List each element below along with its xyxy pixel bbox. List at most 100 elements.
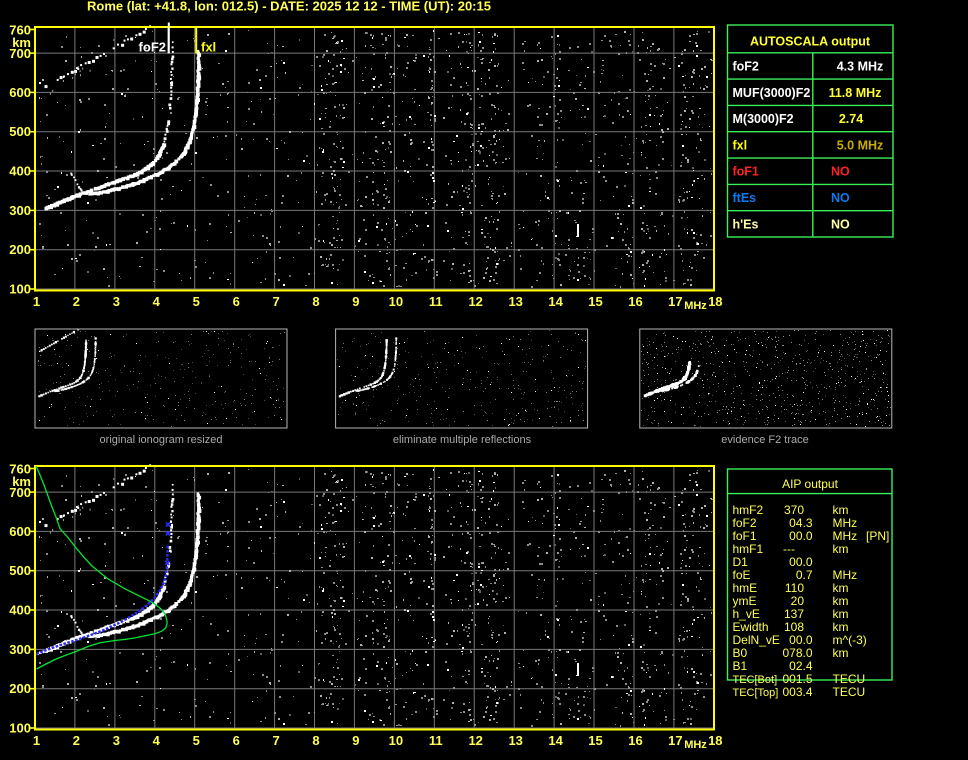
svg-text:D1: D1 xyxy=(733,555,749,569)
svg-text:MHz: MHz xyxy=(684,739,707,751)
svg-text:0.7: 0.7 xyxy=(796,568,813,582)
svg-text:6: 6 xyxy=(233,733,240,748)
svg-text:200: 200 xyxy=(9,242,31,257)
svg-text:078.0: 078.0 xyxy=(782,646,812,660)
svg-text:100: 100 xyxy=(9,282,31,297)
svg-text:hmF2: hmF2 xyxy=(733,503,764,517)
svg-text:12: 12 xyxy=(468,294,482,309)
svg-text:13: 13 xyxy=(508,733,522,748)
svg-text:11: 11 xyxy=(429,294,443,309)
svg-text:4: 4 xyxy=(153,733,161,748)
svg-text:17: 17 xyxy=(668,733,682,748)
svg-text:foF2: foF2 xyxy=(139,40,166,55)
svg-text:001.5: 001.5 xyxy=(782,672,812,686)
svg-text:m^(-3): m^(-3) xyxy=(833,633,867,647)
svg-text:11: 11 xyxy=(429,733,443,748)
svg-text:700: 700 xyxy=(9,485,31,500)
svg-text:hmF1: hmF1 xyxy=(733,542,764,556)
svg-text:7: 7 xyxy=(272,733,279,748)
svg-text:400: 400 xyxy=(9,603,31,618)
svg-text:Rome (lat: +41.8, lon: 012.5): Rome (lat: +41.8, lon: 012.5) - DATE: 20… xyxy=(87,0,491,14)
svg-text:15: 15 xyxy=(588,294,602,309)
svg-text:600: 600 xyxy=(9,85,31,100)
svg-text:NO: NO xyxy=(831,191,850,205)
svg-text:108: 108 xyxy=(784,620,804,634)
svg-text:km: km xyxy=(833,503,849,517)
svg-text:12: 12 xyxy=(468,733,482,748)
svg-text:ftEs: ftEs xyxy=(733,191,757,205)
svg-text:foF2: foF2 xyxy=(733,516,757,530)
svg-text:MHz: MHz xyxy=(833,529,858,543)
svg-text:foF1: foF1 xyxy=(733,165,759,179)
svg-text:TEC[Bot]: TEC[Bot] xyxy=(733,674,778,686)
svg-text:8: 8 xyxy=(312,294,319,309)
svg-text:km: km xyxy=(833,607,849,621)
svg-text:4.3 MHz: 4.3 MHz xyxy=(837,60,884,74)
svg-text:300: 300 xyxy=(9,203,31,218)
svg-text:100: 100 xyxy=(9,721,31,736)
svg-text:MUF(3000)F2: MUF(3000)F2 xyxy=(733,86,811,100)
svg-text:foF2: foF2 xyxy=(733,60,759,74)
svg-text:04.3: 04.3 xyxy=(789,516,813,530)
svg-text:km: km xyxy=(833,581,849,595)
svg-text:14: 14 xyxy=(548,294,563,309)
svg-text:00.0: 00.0 xyxy=(789,529,813,543)
svg-text:AUTOSCALA output: AUTOSCALA output xyxy=(750,35,871,49)
svg-text:13: 13 xyxy=(508,294,522,309)
svg-text:5: 5 xyxy=(193,294,200,309)
svg-text:02.4: 02.4 xyxy=(789,659,813,673)
svg-text:evidence F2 trace: evidence F2 trace xyxy=(721,434,808,446)
svg-text:7: 7 xyxy=(272,294,279,309)
svg-text:600: 600 xyxy=(9,524,31,539)
svg-text:18: 18 xyxy=(708,733,722,748)
svg-text:original ionogram resized: original ionogram resized xyxy=(100,434,223,446)
svg-text:6: 6 xyxy=(233,294,240,309)
svg-text:[PN]: [PN] xyxy=(866,529,889,543)
svg-text:4: 4 xyxy=(153,294,161,309)
svg-text:ymE: ymE xyxy=(733,594,757,608)
svg-text:2.74: 2.74 xyxy=(839,112,863,126)
svg-text:Ewidth: Ewidth xyxy=(733,620,769,634)
svg-text:MHz: MHz xyxy=(833,516,858,530)
svg-text:AIP output: AIP output xyxy=(782,477,838,491)
svg-text:10: 10 xyxy=(389,733,403,748)
svg-text:B0: B0 xyxy=(733,646,748,660)
svg-text:500: 500 xyxy=(9,563,31,578)
svg-text:h_vE: h_vE xyxy=(733,607,760,621)
svg-text:3: 3 xyxy=(113,733,120,748)
svg-text:km: km xyxy=(833,620,849,634)
svg-text:110: 110 xyxy=(785,581,804,595)
svg-text:km: km xyxy=(833,542,849,556)
svg-text:TECU: TECU xyxy=(833,685,866,699)
svg-text:km: km xyxy=(833,594,849,608)
svg-text:h'Es: h'Es xyxy=(733,217,759,231)
svg-text:17: 17 xyxy=(668,294,682,309)
svg-text:8: 8 xyxy=(312,733,319,748)
svg-text:fxl: fxl xyxy=(733,138,748,152)
svg-text:9: 9 xyxy=(352,294,359,309)
svg-text:200: 200 xyxy=(9,681,31,696)
svg-text:18: 18 xyxy=(708,294,722,309)
svg-text:15: 15 xyxy=(588,733,602,748)
svg-text:00.0: 00.0 xyxy=(789,633,813,647)
svg-text:MHz: MHz xyxy=(833,568,858,582)
svg-text:5: 5 xyxy=(193,733,200,748)
svg-text:00.0: 00.0 xyxy=(789,555,813,569)
svg-text:DelN_vE: DelN_vE xyxy=(733,633,780,647)
svg-text:3: 3 xyxy=(113,294,120,309)
svg-text:003.4: 003.4 xyxy=(782,685,812,699)
svg-text:2: 2 xyxy=(73,733,80,748)
svg-text:km: km xyxy=(833,646,849,660)
svg-text:5.0 MHz: 5.0 MHz xyxy=(837,138,884,152)
svg-text:16: 16 xyxy=(628,294,642,309)
svg-text:foE: foE xyxy=(733,568,751,582)
svg-text:foF1: foF1 xyxy=(733,529,757,543)
svg-text:700: 700 xyxy=(9,46,31,61)
svg-text:hmE: hmE xyxy=(733,581,758,595)
svg-text:400: 400 xyxy=(9,164,31,179)
svg-text:TEC[Top]: TEC[Top] xyxy=(733,687,779,699)
svg-text:14: 14 xyxy=(548,733,563,748)
svg-text:NO: NO xyxy=(831,165,850,179)
svg-text:500: 500 xyxy=(9,124,31,139)
svg-text:2: 2 xyxy=(73,294,80,309)
